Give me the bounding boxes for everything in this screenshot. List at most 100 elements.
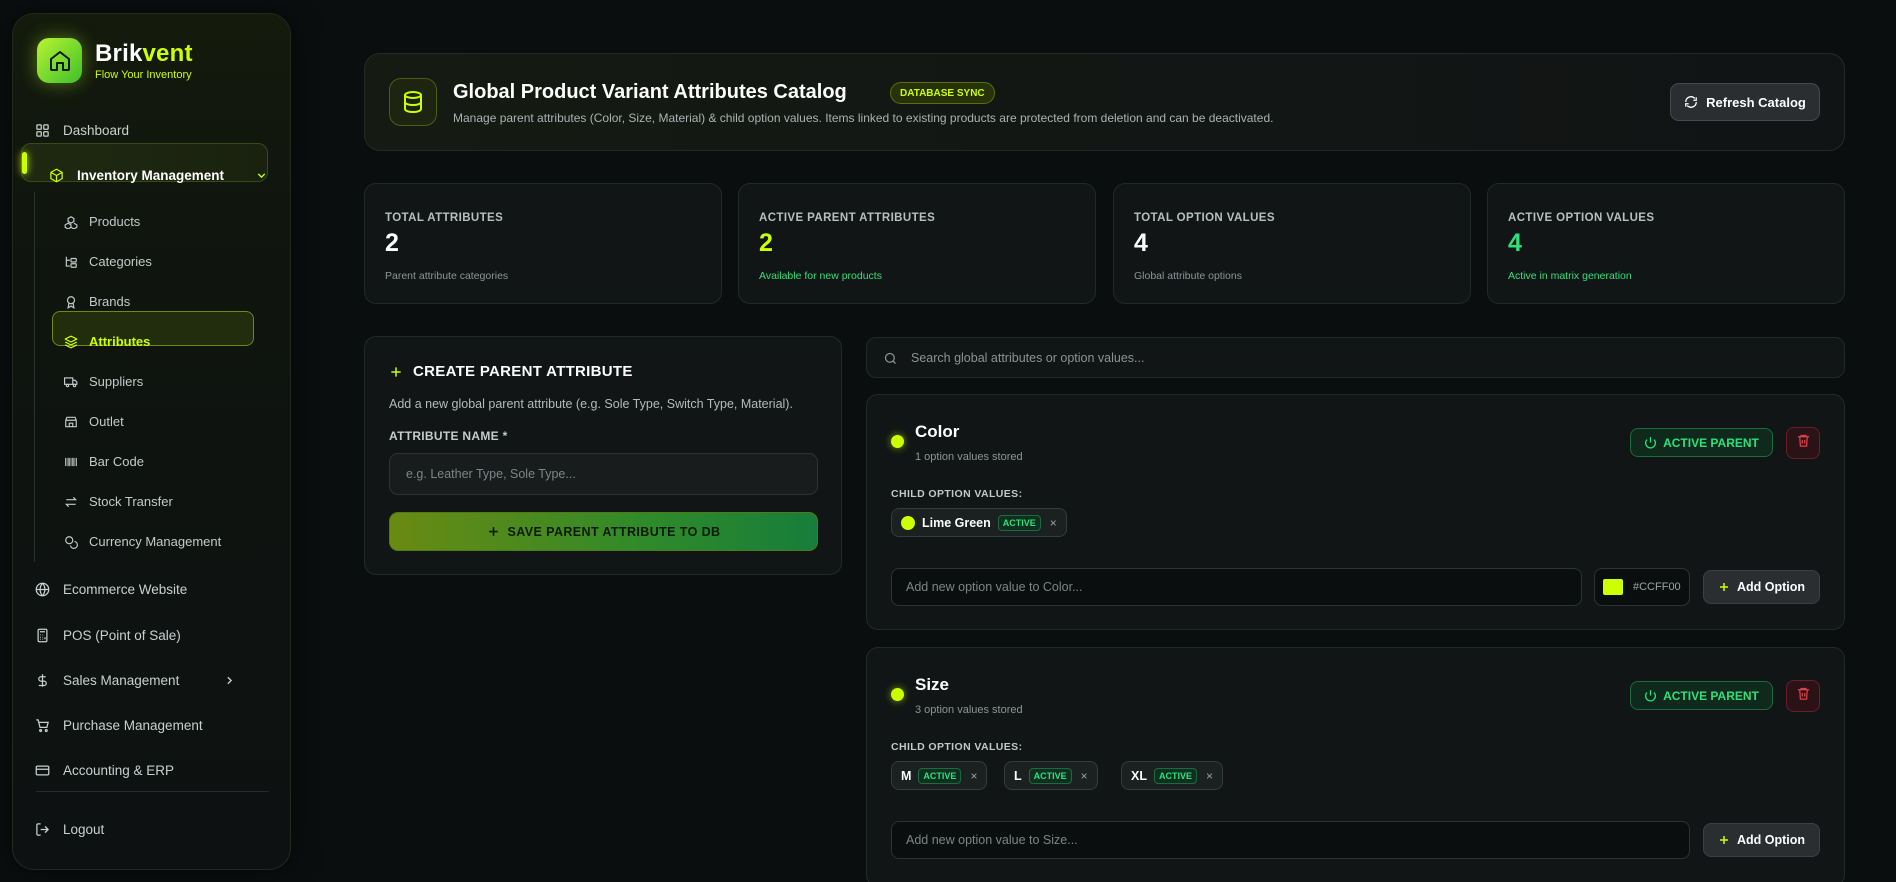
- sidebar-item-label: Attributes: [89, 334, 151, 349]
- remove-option-icon[interactable]: ×: [970, 769, 977, 783]
- active-parent-label: ACTIVE PARENT: [1663, 435, 1759, 450]
- sidebar-item-accounting[interactable]: Accounting & ERP: [34, 762, 174, 778]
- stat-label: ACTIVE OPTION VALUES: [1508, 212, 1655, 224]
- sidebar-item-dashboard[interactable]: Dashboard: [34, 122, 129, 138]
- sidebar-item-label: Logout: [63, 821, 105, 837]
- stat-card-active-parent: ACTIVE PARENT ATTRIBUTES 2 Available for…: [738, 183, 1096, 304]
- attribute-count: 1 option values stored: [915, 451, 1023, 463]
- layers-icon: [64, 335, 78, 349]
- sidebar-item-label: Sales Management: [63, 672, 180, 688]
- box-icon: [48, 167, 64, 183]
- sidebar-divider: [36, 791, 269, 792]
- sidebar-item-label: Bar Code: [89, 454, 144, 469]
- color-swatch: [1603, 579, 1623, 595]
- color-hex: #CCFF00: [1633, 581, 1681, 593]
- sidebar-item-sales[interactable]: Sales Management: [34, 672, 250, 688]
- stat-value: 4: [1508, 229, 1522, 257]
- stat-sub: Available for new products: [759, 270, 882, 282]
- dollar-icon: [34, 672, 50, 688]
- sidebar-item-brands[interactable]: Brands: [64, 294, 130, 309]
- status-badge: DATABASE SYNC: [890, 82, 995, 104]
- status-dot: [891, 688, 904, 701]
- stat-card-total-attributes: TOTAL ATTRIBUTES 2 Parent attribute cate…: [364, 183, 722, 304]
- add-option-button[interactable]: Add Option: [1703, 570, 1820, 604]
- create-attribute-card: CREATE PARENT ATTRIBUTE Add a new global…: [364, 336, 842, 575]
- remove-option-icon[interactable]: ×: [1081, 769, 1088, 783]
- create-description: Add a new global parent attribute (e.g. …: [389, 397, 793, 411]
- globe-icon: [34, 581, 50, 597]
- status-dot: [891, 435, 904, 448]
- active-parent-toggle[interactable]: ACTIVE PARENT: [1630, 428, 1773, 457]
- add-option-button[interactable]: Add Option: [1703, 823, 1820, 857]
- credit-card-icon: [34, 762, 50, 778]
- add-option-label: Add Option: [1736, 580, 1806, 594]
- sidebar-item-pos[interactable]: POS (Point of Sale): [34, 627, 181, 643]
- option-status-badge: ACTIVE: [997, 514, 1041, 531]
- sidebar-item-stock-transfer[interactable]: Stock Transfer: [64, 494, 173, 509]
- trash-icon: [1796, 433, 1811, 453]
- sidebar-item-label: Currency Management: [89, 534, 222, 549]
- option-value-input[interactable]: [891, 568, 1582, 606]
- sidebar-item-barcode[interactable]: Bar Code: [64, 454, 144, 469]
- active-parent-label: ACTIVE PARENT: [1663, 688, 1759, 703]
- plus-icon: [389, 365, 403, 379]
- power-icon: [1644, 689, 1657, 702]
- option-chip: Lime Green ACTIVE ×: [891, 508, 1067, 537]
- sidebar-item-label: Purchase Management: [63, 717, 203, 733]
- trash-icon: [1796, 686, 1811, 706]
- sidebar-item-label: POS (Point of Sale): [63, 627, 181, 643]
- store-icon: [64, 415, 78, 429]
- refresh-icon: [1684, 95, 1698, 109]
- option-value-input[interactable]: [891, 821, 1690, 859]
- sidebar-item-purchase[interactable]: Purchase Management: [34, 717, 203, 733]
- award-icon: [64, 295, 78, 309]
- active-parent-toggle[interactable]: ACTIVE PARENT: [1630, 681, 1773, 710]
- attribute-name: Color: [915, 422, 960, 441]
- search-icon: [883, 351, 898, 366]
- plus-icon: [1718, 581, 1730, 593]
- delete-attribute-button[interactable]: [1786, 680, 1820, 712]
- sidebar-item-suppliers[interactable]: Suppliers: [64, 374, 143, 389]
- barcode-icon: [64, 455, 78, 469]
- refresh-catalog-button[interactable]: Refresh Catalog: [1670, 83, 1820, 121]
- option-chip: L ACTIVE ×: [1004, 761, 1098, 790]
- attribute-name-label: ATTRIBUTE NAME *: [389, 429, 508, 443]
- submenu-line: [34, 192, 35, 562]
- color-picker[interactable]: #CCFF00: [1594, 568, 1690, 606]
- attribute-count: 3 option values stored: [915, 704, 1023, 716]
- option-status-badge: ACTIVE: [1153, 767, 1197, 784]
- attribute-card-color: Color 1 option values stored ACTIVE PARE…: [866, 394, 1845, 630]
- page-header: Global Product Variant Attributes Catalo…: [364, 53, 1845, 151]
- attribute-name-input[interactable]: [389, 453, 818, 495]
- sidebar-item-products[interactable]: Products: [64, 214, 140, 229]
- sidebar-item-logout[interactable]: Logout: [34, 821, 104, 837]
- remove-option-icon[interactable]: ×: [1206, 769, 1213, 783]
- sidebar-item-currency[interactable]: Currency Management: [64, 534, 221, 549]
- sidebar-item-label: Inventory Management: [77, 167, 225, 183]
- chevron-right-icon: [221, 672, 237, 688]
- stat-value: 2: [385, 229, 399, 257]
- stat-label: TOTAL OPTION VALUES: [1134, 212, 1275, 224]
- brand[interactable]: Brikvent Flow Your Inventory: [37, 38, 193, 83]
- sidebar-item-ecommerce[interactable]: Ecommerce Website: [34, 581, 187, 597]
- brand-name: Brikvent: [95, 40, 193, 67]
- search-input[interactable]: [911, 338, 1811, 377]
- boxes-icon: [64, 215, 78, 229]
- calculator-icon: [34, 627, 50, 643]
- attribute-card-size: Size 3 option values stored ACTIVE PAREN…: [866, 647, 1845, 882]
- remove-option-icon[interactable]: ×: [1050, 516, 1057, 530]
- option-status-badge: ACTIVE: [1028, 767, 1072, 784]
- sidebar-item-inventory[interactable]: Inventory Management: [48, 167, 282, 183]
- sidebar-item-categories[interactable]: Categories: [64, 254, 152, 269]
- coins-icon: [64, 535, 78, 549]
- sidebar-item-outlet[interactable]: Outlet: [64, 414, 124, 429]
- sidebar-item-label: Outlet: [89, 414, 124, 429]
- sidebar-item-attributes[interactable]: Attributes: [64, 334, 150, 349]
- plus-icon: [487, 525, 500, 538]
- option-name: Lime Green: [922, 515, 991, 530]
- delete-attribute-button[interactable]: [1786, 427, 1820, 459]
- save-attribute-button[interactable]: SAVE PARENT ATTRIBUTE TO DB: [389, 512, 818, 551]
- logout-icon: [34, 821, 50, 837]
- refresh-label: Refresh Catalog: [1706, 94, 1806, 110]
- chevron-down-icon: [253, 167, 269, 183]
